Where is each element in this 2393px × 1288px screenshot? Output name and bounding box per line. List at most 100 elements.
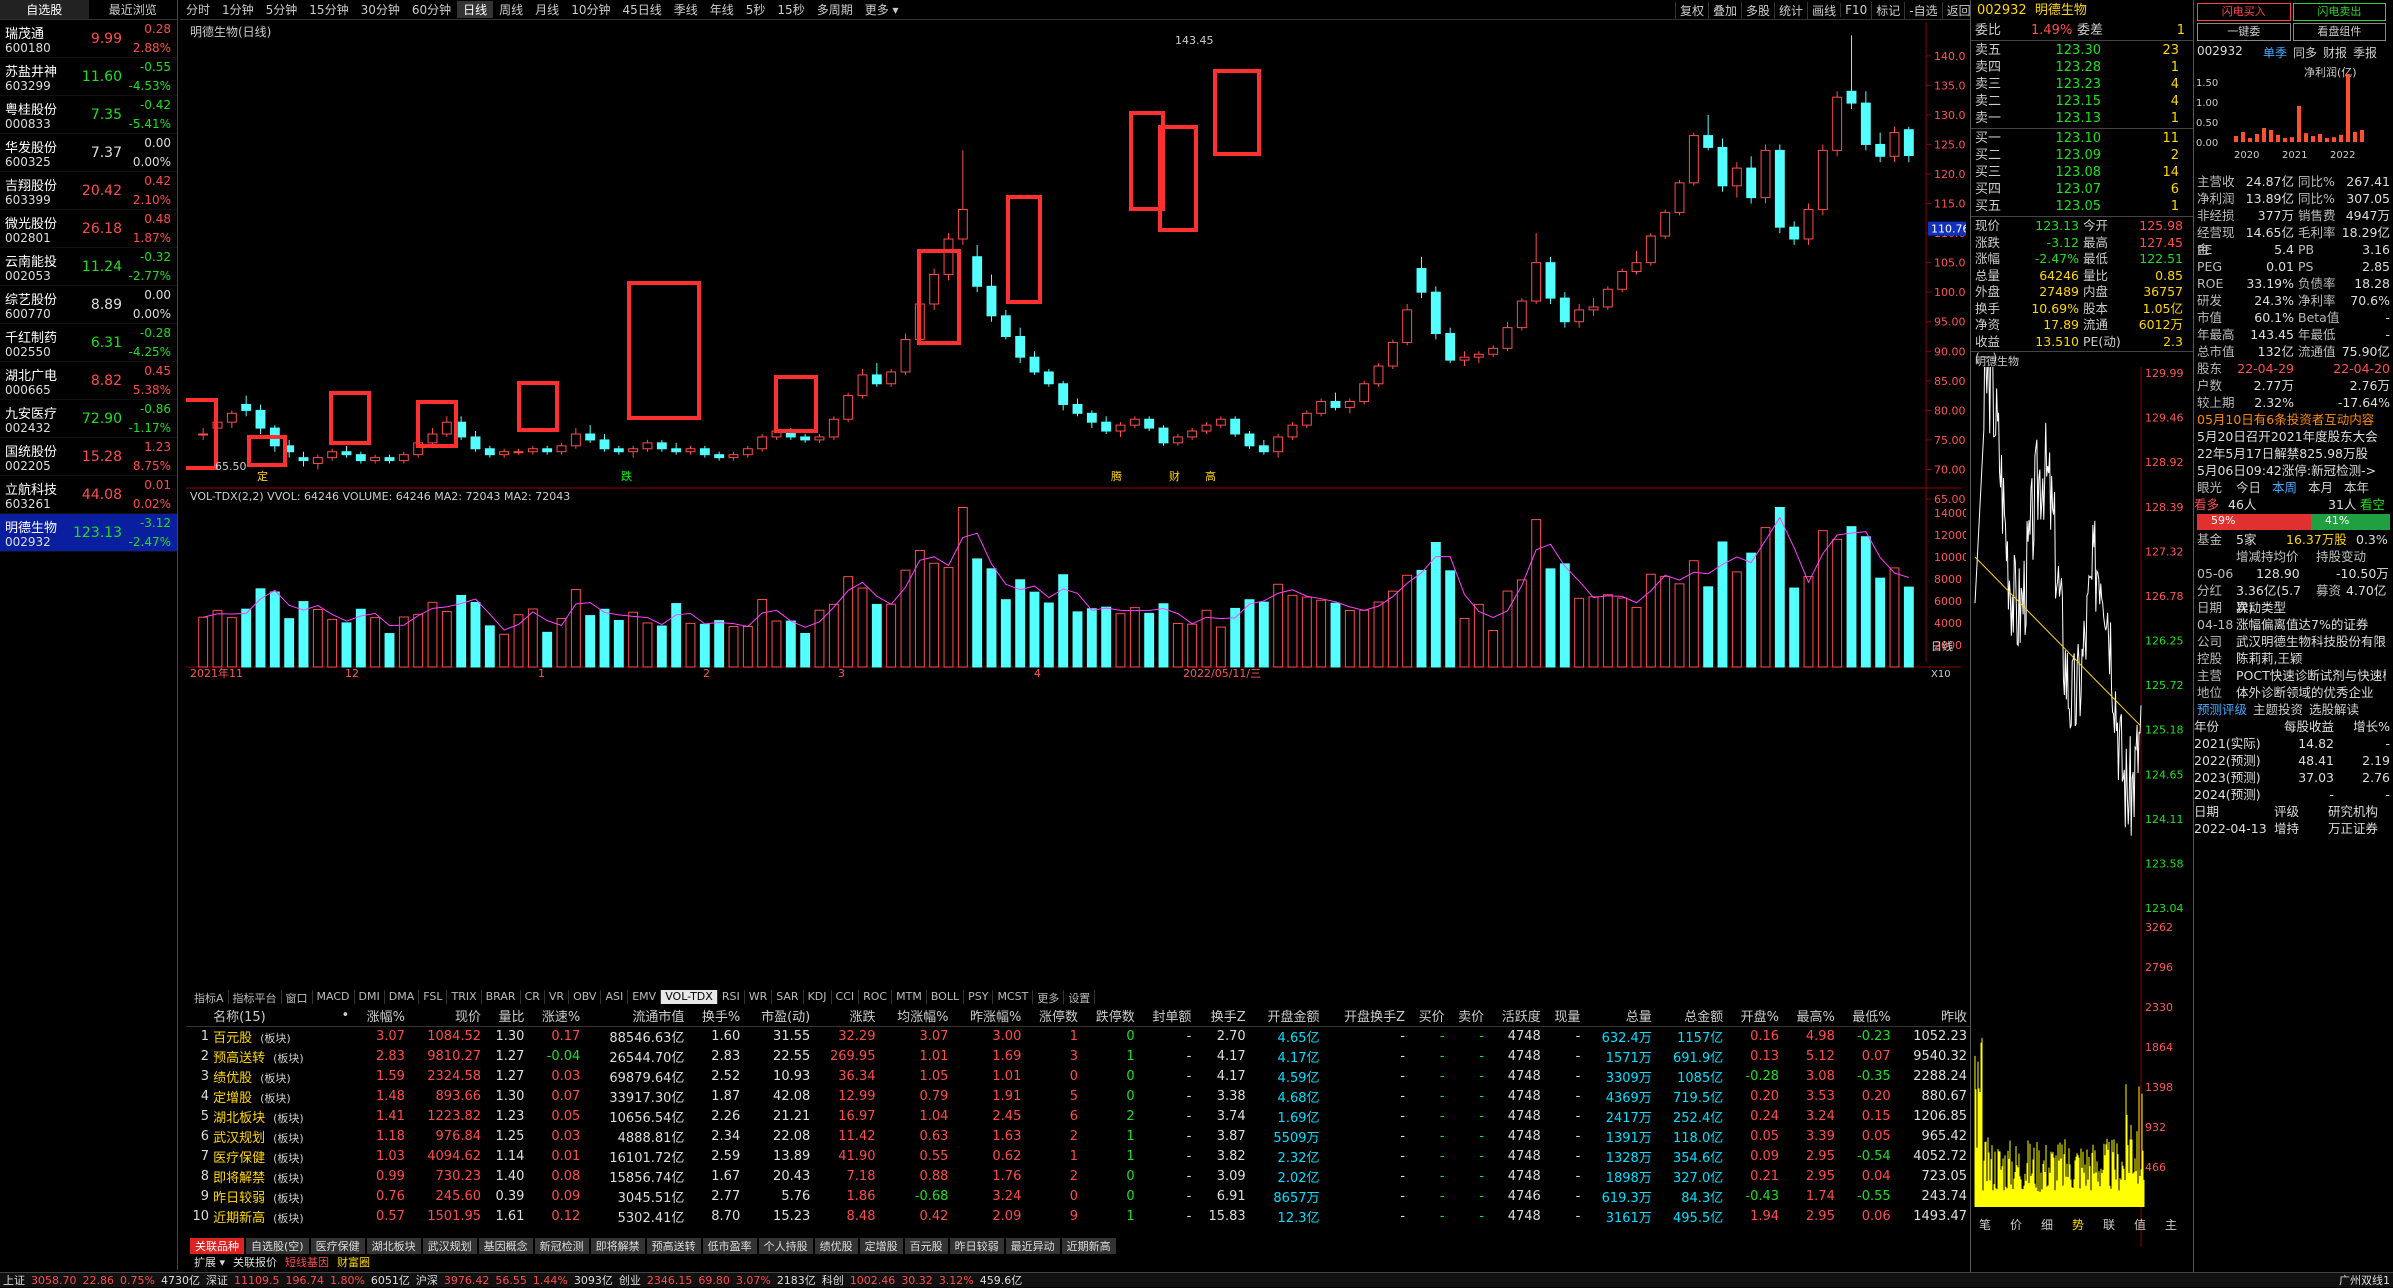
bottom-tab[interactable]: 湖北板块 <box>366 1238 421 1254</box>
column-header[interactable]: 最低% <box>1838 1006 1895 1027</box>
watchlist-item[interactable]: 华发股份 600325 7.37 0.00 0.00% <box>0 134 177 172</box>
bottom-tab[interactable]: 百元股 <box>904 1238 948 1254</box>
watchlist-item[interactable]: 云南能投 002053 11.24 -0.32 -2.77% <box>0 248 177 286</box>
indicator-tab[interactable]: EMV <box>628 990 662 1004</box>
indicator-tab[interactable]: CR <box>521 990 545 1004</box>
mini-tab[interactable]: 势 <box>2072 1218 2084 1232</box>
period-tab[interactable]: 月线 <box>529 1 565 18</box>
sentiment-period[interactable]: 本月 <box>2308 479 2344 496</box>
column-header[interactable]: 最高% <box>1783 1006 1839 1027</box>
table-row[interactable]: 4 定增股 (板块) 1.48 893.66 1.30 0.07 33917.30亿 1.87 4… <box>186 1086 1971 1106</box>
table-row[interactable]: 7 医疗保健 (板块) 1.03 4094.62 1.14 0.01 16101.72亿 2.5… <box>186 1146 1971 1166</box>
indicator-tab[interactable]: RSI <box>718 990 745 1004</box>
column-header[interactable]: 买价 <box>1409 1006 1449 1027</box>
column-header[interactable]: 跌停数 <box>1082 1006 1139 1027</box>
tool-button[interactable]: 叠加 <box>1708 1 1741 19</box>
bid-level[interactable]: 买四 123.07 6 <box>1971 181 2193 198</box>
indicator-tab[interactable]: ASI <box>601 990 629 1004</box>
table-row[interactable]: 6 武汉规划 (板块) 1.18 976.84 1.25 0.03 4888.81亿 2.34 2… <box>186 1126 1971 1146</box>
indicator-tab[interactable]: DMA <box>385 990 420 1004</box>
column-header[interactable]: 量比 <box>485 1006 529 1027</box>
column-header[interactable]: 卖价 <box>1448 1006 1489 1027</box>
period-tab[interactable]: 45日线 <box>616 1 667 18</box>
tool-button[interactable]: 画线 <box>1807 1 1840 19</box>
column-header[interactable]: 开盘% <box>1727 1006 1784 1027</box>
sentiment-period[interactable]: 本周 <box>2272 479 2308 496</box>
bottom-tab[interactable]: 自选股(空) <box>246 1238 309 1254</box>
period-tab[interactable]: 1分钟 <box>216 1 260 18</box>
bottom-subtab[interactable]: 扩展 ▾ <box>190 1254 229 1270</box>
bottom-tab[interactable]: 近期新高 <box>1061 1238 1116 1254</box>
sector-name[interactable]: 即将解禁 (板块) <box>213 1166 338 1186</box>
sector-name[interactable]: 近期新高 (板块) <box>213 1206 338 1226</box>
column-header[interactable]: 总量 <box>1584 1006 1656 1027</box>
fin-button[interactable]: 闪电买入 <box>2197 3 2291 21</box>
indicator-tab[interactable]: FSL <box>419 990 448 1004</box>
indicator-tab[interactable]: VOL-TDX <box>661 990 718 1004</box>
indicator-tab[interactable]: KDJ <box>804 990 832 1004</box>
news-item[interactable]: 22年5月17日解禁825.98万股 <box>2194 445 2393 462</box>
column-header[interactable]: 换手% <box>688 1006 745 1027</box>
indicator-tab[interactable]: OBV <box>569 990 602 1004</box>
ask-level[interactable]: 卖一 123.13 1 <box>1971 110 2193 127</box>
bottom-tab[interactable]: 即将解禁 <box>590 1238 645 1254</box>
tool-button[interactable]: 复权 <box>1675 1 1708 19</box>
indicator-tab[interactable]: DMI <box>355 990 385 1004</box>
fin-nav-tab[interactable]: 同多 <box>2293 44 2323 62</box>
column-header[interactable]: 换手Z <box>1195 1006 1250 1027</box>
column-header[interactable]: 封单额 <box>1138 1006 1196 1027</box>
sentiment-period[interactable]: 本年 <box>2344 479 2380 496</box>
column-header[interactable]: 均涨幅% <box>879 1006 953 1027</box>
period-tab[interactable]: 10分钟 <box>565 1 616 18</box>
news-item[interactable]: 5月20日召开2021年度股东大会 <box>2194 428 2393 445</box>
mini-tab[interactable]: 联 <box>2103 1218 2115 1232</box>
fin-button[interactable]: 闪电卖出 <box>2292 3 2387 21</box>
fin-button[interactable]: 一键委 <box>2197 23 2291 41</box>
fin-button[interactable]: 看盘组件 <box>2292 23 2387 41</box>
fin-nav-tab[interactable]: 单季 <box>2263 44 2293 62</box>
column-header[interactable]: 昨涨幅% <box>952 1006 1026 1027</box>
indicator-tab[interactable]: MTM <box>892 990 927 1004</box>
mini-tab[interactable]: 细 <box>2041 1218 2053 1232</box>
period-tab[interactable]: 60分钟 <box>406 1 457 18</box>
sector-name[interactable]: 武汉规划 (板块) <box>213 1126 338 1146</box>
mini-tab[interactable]: 笔 <box>1979 1217 1991 1232</box>
period-tab[interactable]: 分时 <box>180 1 216 18</box>
indicator-tab[interactable]: 设置 <box>1064 990 1096 1005</box>
column-header[interactable]: 现价 <box>408 1006 486 1027</box>
ask-level[interactable]: 卖四 123.28 1 <box>1971 59 2193 76</box>
indicator-tab[interactable]: 指标A <box>190 990 229 1005</box>
tool-button[interactable]: 统计 <box>1774 1 1807 19</box>
column-header[interactable]: 活跃度 <box>1488 1006 1545 1027</box>
bottom-subtab[interactable]: 财富圈 <box>333 1254 374 1270</box>
bottom-tab[interactable]: 新冠检测 <box>534 1238 589 1254</box>
indicator-tab[interactable]: 指标平台 <box>229 990 282 1005</box>
tab-recent[interactable]: 最近浏览 <box>89 0 178 19</box>
period-tab[interactable]: 5秒 <box>740 1 772 18</box>
bottom-tab[interactable]: 最近异动 <box>1005 1238 1060 1254</box>
indicator-tab[interactable]: MCST <box>993 990 1034 1004</box>
indicator-tab[interactable]: 窗口 <box>282 990 313 1005</box>
watchlist-item[interactable]: 千红制药 002550 6.31 -0.28 -4.25% <box>0 324 177 362</box>
bottom-tab[interactable]: 关联品种 <box>190 1238 244 1254</box>
sector-name[interactable]: 定增股 (板块) <box>213 1086 338 1106</box>
column-header[interactable]: 涨速% <box>528 1006 585 1027</box>
bid-level[interactable]: 买一 123.10 11 <box>1971 130 2193 147</box>
watchlist-item[interactable]: 微光股份 002801 26.18 0.48 1.87% <box>0 210 177 248</box>
period-tab[interactable]: 年线 <box>704 1 740 18</box>
tab-watchlist[interactable]: 自选股 <box>0 0 89 19</box>
indicator-tab[interactable]: ROC <box>859 990 893 1004</box>
indicator-tab[interactable]: MACD <box>313 990 355 1004</box>
period-tab[interactable]: 15分钟 <box>303 1 354 18</box>
column-header[interactable]: 现量 <box>1544 1006 1585 1027</box>
bottom-subtab[interactable]: 短线基因 <box>281 1254 333 1270</box>
bid-level[interactable]: 买五 123.05 1 <box>1971 198 2193 215</box>
column-header[interactable]: 市盈(动) <box>744 1006 815 1027</box>
period-tab[interactable]: 15秒 <box>771 1 810 18</box>
column-header[interactable]: 涨停数 <box>1025 1006 1083 1027</box>
sector-name[interactable]: 湖北板块 (板块) <box>213 1106 338 1126</box>
table-row[interactable]: 9 昨日较弱 (板块) 0.76 245.60 0.39 0.09 3045.51亿 2.77 5… <box>186 1186 1971 1206</box>
period-tab[interactable]: 季线 <box>668 1 704 18</box>
sector-name[interactable]: 昨日较弱 (板块) <box>213 1186 338 1206</box>
sector-name[interactable]: 百元股 (板块) <box>213 1026 338 1046</box>
